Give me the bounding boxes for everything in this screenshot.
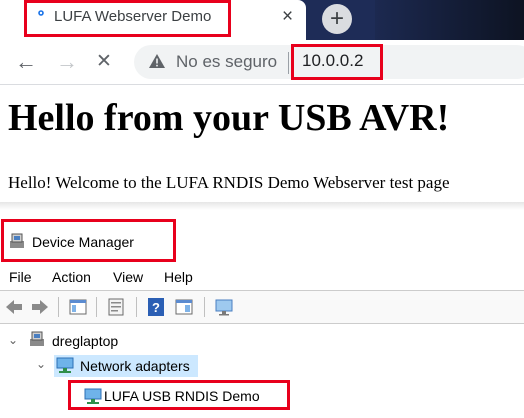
tab-title: LUFA Webserver Demo bbox=[54, 8, 212, 25]
device-manager-toolbar: ? bbox=[0, 290, 524, 324]
menu-view[interactable]: View bbox=[113, 269, 143, 285]
new-tab-button[interactable]: + bbox=[322, 4, 352, 34]
menu-file[interactable]: File bbox=[9, 269, 32, 285]
url-text[interactable]: 10.0.0.2 bbox=[302, 51, 363, 71]
monitor-icon[interactable] bbox=[214, 297, 234, 317]
tree-device-label[interactable]: LUFA USB RNDIS Demo bbox=[104, 388, 260, 404]
tab-strip-background bbox=[375, 0, 524, 40]
window-title: Device Manager bbox=[32, 234, 134, 250]
stop-loading-button[interactable]: ✕ bbox=[96, 50, 112, 74]
forward-button[interactable]: → bbox=[56, 50, 78, 74]
computer-icon bbox=[30, 331, 44, 346]
back-icon[interactable] bbox=[4, 297, 24, 317]
address-separator bbox=[288, 52, 289, 74]
toolbar-separator bbox=[204, 297, 205, 317]
tree-computer-label[interactable]: dreglaptop bbox=[52, 333, 118, 349]
screenshot-divider bbox=[0, 202, 524, 210]
forward-icon[interactable] bbox=[30, 297, 50, 317]
action-icon[interactable] bbox=[174, 297, 194, 317]
not-secure-warning-icon[interactable] bbox=[148, 53, 166, 69]
svg-text:?: ? bbox=[152, 300, 160, 315]
page-paragraph: Hello! Welcome to the LUFA RNDIS Demo We… bbox=[8, 173, 450, 192]
help-icon[interactable]: ? bbox=[146, 297, 166, 317]
back-button[interactable]: ← bbox=[15, 50, 37, 74]
network-adapter-icon bbox=[56, 357, 74, 373]
tree-collapse-icon[interactable]: ⌄ bbox=[8, 333, 18, 347]
properties-icon[interactable] bbox=[68, 297, 88, 317]
menu-bar: File Action View Help bbox=[0, 266, 524, 288]
security-status[interactable]: No es seguro bbox=[176, 52, 277, 72]
tree-collapse-icon[interactable]: ⌄ bbox=[36, 357, 46, 371]
page-heading: Hello from your USB AVR! bbox=[8, 97, 450, 139]
tree-category-label: Network adapters bbox=[80, 358, 190, 374]
loading-spinner-icon bbox=[38, 10, 44, 16]
network-device-icon bbox=[84, 388, 102, 404]
update-driver-icon[interactable] bbox=[106, 297, 126, 317]
menu-action[interactable]: Action bbox=[52, 269, 91, 285]
tab-close-icon[interactable]: × bbox=[282, 6, 293, 28]
menu-help[interactable]: Help bbox=[164, 269, 193, 285]
toolbar-separator bbox=[136, 297, 137, 317]
toolbar-separator bbox=[96, 297, 97, 317]
toolbar-separator bbox=[58, 297, 59, 317]
device-manager-icon bbox=[10, 233, 24, 248]
